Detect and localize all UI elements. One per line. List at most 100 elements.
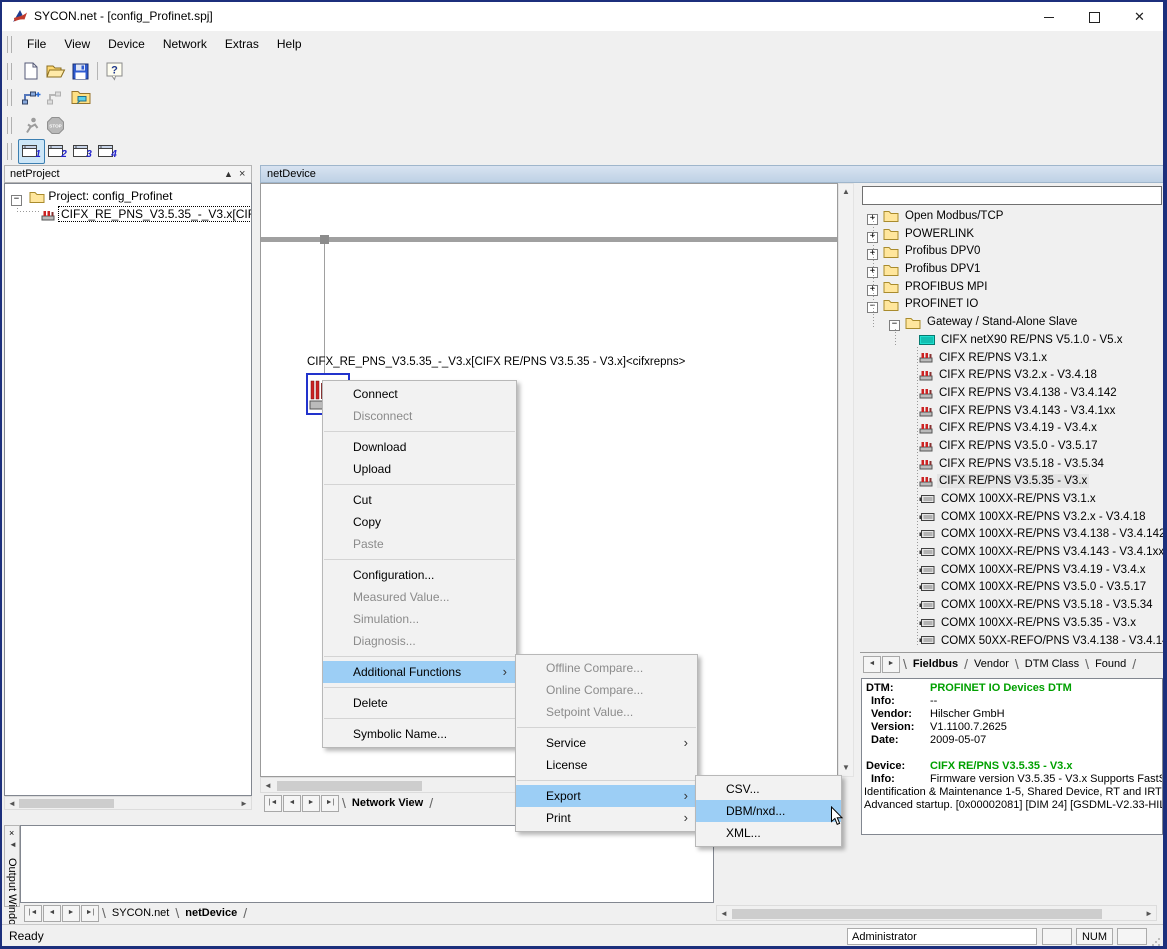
device-menu-item-additional-functions[interactable]: Additional Functions› bbox=[323, 661, 516, 683]
toolbar-grip[interactable] bbox=[7, 89, 12, 106]
catalog-item-profinet-io[interactable]: −PROFINET IO bbox=[861, 296, 1165, 314]
scroll-left-icon[interactable]: ◄ bbox=[719, 908, 729, 920]
scroll-down-icon[interactable]: ▼ bbox=[840, 762, 852, 774]
additional-functions-menu-item-online-compare[interactable]: Online Compare... bbox=[516, 679, 697, 701]
catalog-tab-found[interactable]: Found bbox=[1091, 658, 1130, 670]
output-tab-sycon-net[interactable]: SYCON.net bbox=[108, 907, 173, 919]
tab-first-icon[interactable]: |◄ bbox=[264, 795, 282, 812]
catalog-item-cifx-re-pns-v3-4-19-v3-4-x[interactable]: CIFX RE/PNS V3.4.19 - V3.4.x bbox=[861, 420, 1165, 438]
catalog-item-comx-100xx-re-pns-v3-1-x[interactable]: COMX 100XX-RE/PNS V3.1.x bbox=[861, 491, 1165, 509]
catalog-item-profibus-dpv1[interactable]: +Profibus DPV1 bbox=[861, 261, 1165, 279]
toolbar-grip[interactable] bbox=[7, 36, 12, 53]
resize-grip-icon[interactable] bbox=[1151, 937, 1161, 947]
project-root-row[interactable]: − Project: config_Profinet bbox=[11, 189, 172, 206]
menu-view[interactable]: View bbox=[55, 31, 99, 57]
menu-device[interactable]: Device bbox=[99, 31, 154, 57]
open-project-icon[interactable] bbox=[43, 60, 68, 83]
catalog-item-gateway-stand-alone-slave[interactable]: −Gateway / Stand-Alone Slave bbox=[861, 314, 1165, 332]
tab-next-icon[interactable]: ► bbox=[882, 656, 900, 673]
additional-functions-menu-item-license[interactable]: License bbox=[516, 754, 697, 776]
catalog-item-comx-100xx-re-pns-v3-5-18-v3-5-34[interactable]: COMX 100XX-RE/PNS V3.5.18 - V3.5.34 bbox=[861, 597, 1165, 615]
add-network-icon[interactable] bbox=[18, 86, 43, 109]
device-menu-item-symbolic-name[interactable]: Symbolic Name... bbox=[323, 723, 516, 745]
collapse-icon[interactable]: − bbox=[11, 195, 22, 206]
catalog-item-cifx-netx90-re-pns-v5-1-0-v5-x[interactable]: CIFX netX90 RE/PNS V5.1.0 - V5.x bbox=[861, 332, 1165, 350]
catalog-item-comx-100xx-re-pns-v3-4-143-v3-4-1xx[interactable]: COMX 100XX-RE/PNS V3.4.143 - V3.4.1xx bbox=[861, 544, 1165, 562]
scrollbar-thumb[interactable] bbox=[19, 799, 114, 808]
scroll-right-icon[interactable]: ► bbox=[239, 798, 249, 810]
menu-help[interactable]: Help bbox=[268, 31, 311, 57]
export-menu-item-dbm-nxd[interactable]: DBM/nxd... bbox=[696, 800, 841, 822]
menu-extras[interactable]: Extras bbox=[216, 31, 268, 57]
view-2-button[interactable]: 2 bbox=[45, 140, 70, 163]
catalog-item-profibus-mpi[interactable]: +PROFIBUS MPI bbox=[861, 279, 1165, 297]
tab-last-icon[interactable]: ►| bbox=[321, 795, 339, 812]
catalog-item-powerlink[interactable]: +POWERLINK bbox=[861, 226, 1165, 244]
maximize-button[interactable] bbox=[1072, 2, 1117, 31]
view-1-button[interactable]: 1 bbox=[18, 139, 45, 164]
new-document-icon[interactable] bbox=[18, 60, 43, 83]
close-button[interactable]: ✕ bbox=[1117, 2, 1162, 31]
catalog-item-comx-100xx-re-pns-v3-5-0-v3-5-17[interactable]: COMX 100XX-RE/PNS V3.5.0 - V3.5.17 bbox=[861, 579, 1165, 597]
catalog-item-cifx-re-pns-v3-4-138-v3-4-142[interactable]: CIFX RE/PNS V3.4.138 - V3.4.142 bbox=[861, 385, 1165, 403]
net-device-header[interactable]: netDevice bbox=[260, 165, 1165, 183]
panel-close-icon[interactable]: × bbox=[239, 167, 245, 181]
device-menu-item-copy[interactable]: Copy bbox=[323, 511, 516, 533]
device-menu-item-delete[interactable]: Delete bbox=[323, 692, 516, 714]
scroll-left-icon[interactable]: ◄ bbox=[7, 798, 17, 810]
device-menu-item-connect[interactable]: Connect bbox=[323, 383, 516, 405]
catalog-item-comx-100xx-re-pns-v3-5-35-v3-x[interactable]: COMX 100XX-RE/PNS V3.5.35 - V3.x bbox=[861, 615, 1165, 633]
catalog-item-comx-100xx-re-pns-v3-2-x-v3-4-18[interactable]: COMX 100XX-RE/PNS V3.2.x - V3.4.18 bbox=[861, 509, 1165, 527]
network-folder-icon[interactable] bbox=[68, 86, 93, 109]
toolbar-grip[interactable] bbox=[7, 143, 12, 160]
output-close-icon[interactable]: × bbox=[9, 828, 14, 838]
catalog-item-open-modbus-tcp[interactable]: +Open Modbus/TCP bbox=[861, 208, 1165, 226]
device-menu-item-paste[interactable]: Paste bbox=[323, 533, 516, 555]
catalog-tab-dtm-class[interactable]: DTM Class bbox=[1021, 658, 1083, 670]
catalog-item-cifx-re-pns-v3-5-0-v3-5-17[interactable]: CIFX RE/PNS V3.5.0 - V3.5.17 bbox=[861, 438, 1165, 456]
toolbar-grip[interactable] bbox=[7, 117, 12, 134]
catalog-item-profibus-dpv0[interactable]: +Profibus DPV0 bbox=[861, 243, 1165, 261]
scrollbar-thumb[interactable] bbox=[277, 781, 422, 791]
tab-first-icon[interactable]: |◄ bbox=[24, 905, 42, 922]
device-menu-item-cut[interactable]: Cut bbox=[323, 489, 516, 511]
tab-next-icon[interactable]: ► bbox=[302, 795, 320, 812]
additional-functions-menu-item-setpoint-value[interactable]: Setpoint Value... bbox=[516, 701, 697, 723]
panel-pin-icon[interactable]: ▲ bbox=[224, 167, 233, 181]
export-menu-item-xml[interactable]: XML... bbox=[696, 822, 841, 844]
device-menu-item-simulation[interactable]: Simulation... bbox=[323, 608, 516, 630]
output-window-bar[interactable]: × ◄ Output Windo bbox=[4, 825, 20, 907]
additional-functions-menu-item-print[interactable]: Print› bbox=[516, 807, 697, 829]
catalog-item-cifx-re-pns-v3-4-143-v3-4-1xx[interactable]: CIFX RE/PNS V3.4.143 - V3.4.1xx bbox=[861, 403, 1165, 421]
export-menu-item-csv[interactable]: CSV... bbox=[696, 778, 841, 800]
catalog-item-cifx-re-pns-v3-2-x-v3-4-18[interactable]: CIFX RE/PNS V3.2.x - V3.4.18 bbox=[861, 367, 1165, 385]
view-3-button[interactable]: 3 bbox=[70, 140, 95, 163]
tab-next-icon[interactable]: ► bbox=[62, 905, 80, 922]
device-menu-item-disconnect[interactable]: Disconnect bbox=[323, 405, 516, 427]
title-bar[interactable]: SYCON.net - [config_Profinet.spj] ✕ bbox=[2, 2, 1163, 31]
minimize-button[interactable] bbox=[1026, 2, 1071, 31]
catalog-item-cifx-re-pns-v3-1-x[interactable]: CIFX RE/PNS V3.1.x bbox=[861, 350, 1165, 368]
save-project-icon[interactable] bbox=[68, 60, 93, 83]
bottom-horizontal-scrollbar[interactable]: ◄ ► bbox=[716, 905, 1157, 921]
view-4-button[interactable]: 4 bbox=[95, 140, 120, 163]
catalog-item-comx-100xx-re-pns-v3-4-19-v3-4-x[interactable]: COMX 100XX-RE/PNS V3.4.19 - V3.4.x bbox=[861, 562, 1165, 580]
menu-network[interactable]: Network bbox=[154, 31, 216, 57]
catalog-tab-vendor[interactable]: Vendor bbox=[970, 658, 1013, 670]
additional-functions-menu-item-offline-compare[interactable]: Offline Compare... bbox=[516, 657, 697, 679]
catalog-item-cifx-re-pns-v3-5-35-v3-x[interactable]: CIFX RE/PNS V3.5.35 - V3.x bbox=[861, 473, 1165, 491]
device-menu-item-measured-value[interactable]: Measured Value... bbox=[323, 586, 516, 608]
scrollbar-thumb[interactable] bbox=[732, 909, 1102, 919]
device-menu-item-download[interactable]: Download bbox=[323, 436, 516, 458]
tab-prev-icon[interactable]: ◄ bbox=[863, 656, 881, 673]
catalog-item-comx-100xx-re-pns-v3-4-138-v3-4-142[interactable]: COMX 100XX-RE/PNS V3.4.138 - V3.4.142 bbox=[861, 526, 1165, 544]
output-content[interactable] bbox=[20, 825, 714, 903]
project-device-row[interactable]: CIFX_RE_PNS_V3.5.35_-_V3.x[CIFX R bbox=[41, 207, 252, 221]
output-tab-netdevice[interactable]: netDevice bbox=[181, 907, 241, 919]
project-horizontal-scrollbar[interactable]: ◄ ► bbox=[4, 796, 252, 810]
catalog-search-input[interactable] bbox=[862, 186, 1162, 205]
output-pin-icon[interactable]: ◄ bbox=[9, 840, 17, 849]
device-menu-item-upload[interactable]: Upload bbox=[323, 458, 516, 480]
scroll-up-icon[interactable]: ▲ bbox=[840, 186, 852, 198]
help-icon[interactable]: ? bbox=[102, 60, 127, 83]
